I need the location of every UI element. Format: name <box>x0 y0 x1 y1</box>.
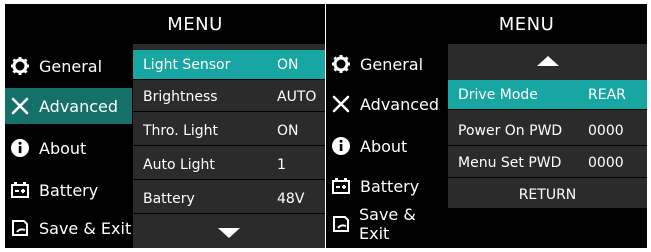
setting-row-menu-set-pwd[interactable]: Menu Set PWD 0000 <box>448 148 647 178</box>
sidebar-item-general[interactable]: General <box>326 46 447 82</box>
setting-label: Drive Mode <box>458 86 538 103</box>
return-button[interactable]: RETURN <box>448 180 647 210</box>
setting-value: ON <box>277 56 299 73</box>
scroll-up-button[interactable] <box>448 48 647 72</box>
setting-label: Menu Set PWD <box>458 154 562 171</box>
menu-screen-advanced-page-2: MENU General Advanced About Battery Save… <box>326 4 647 248</box>
battery-icon <box>9 179 31 201</box>
chevron-up-icon <box>536 51 559 70</box>
tools-icon <box>330 93 352 115</box>
info-icon <box>330 135 352 157</box>
setting-row-power-on-pwd[interactable]: Power On PWD 0000 <box>448 116 647 146</box>
menu-title: MENU <box>167 14 223 35</box>
sidebar-item-advanced[interactable]: Advanced <box>326 86 447 122</box>
setting-row-battery[interactable]: Battery 48V <box>133 184 325 214</box>
settings-panel: Light Sensor ON Brightness AUTO Thro. Li… <box>133 44 325 248</box>
setting-value: 0000 <box>588 154 624 171</box>
sidebar: General Advanced About Battery Save & Ex… <box>5 44 132 248</box>
sidebar-item-label: Save & Exit <box>359 205 416 243</box>
sidebar-item-label: Battery <box>39 180 99 200</box>
setting-value: AUTO <box>277 88 317 105</box>
info-icon <box>9 137 31 159</box>
setting-value: 1 <box>277 156 286 173</box>
menu-title: MENU <box>498 14 555 35</box>
save-exit-icon <box>9 217 31 239</box>
chevron-down-icon <box>218 223 240 242</box>
save-exit-icon <box>330 213 351 235</box>
setting-value: REAR <box>588 86 626 103</box>
setting-label: Light Sensor <box>143 56 231 73</box>
gear-icon <box>9 55 31 77</box>
sidebar-item-label: General <box>39 56 103 76</box>
setting-row-light-sensor[interactable]: Light Sensor ON <box>133 50 325 80</box>
setting-value: ON <box>277 122 299 139</box>
setting-label: Thro. Light <box>143 122 219 139</box>
settings-panel: Drive Mode REAR Power On PWD 0000 Menu S… <box>448 44 647 210</box>
setting-label: Power On PWD <box>458 122 563 139</box>
sidebar-item-label: About <box>39 138 87 158</box>
tools-icon <box>9 95 31 117</box>
sidebar-item-label: About <box>360 136 408 156</box>
setting-row-throttle-light[interactable]: Thro. Light ON <box>133 116 325 146</box>
sidebar: General Advanced About Battery Save & Ex… <box>326 44 447 248</box>
setting-label: Brightness <box>143 88 218 105</box>
battery-icon <box>330 175 352 197</box>
setting-value: 48V <box>277 190 305 207</box>
setting-label: Battery <box>143 190 195 207</box>
sidebar-item-label: Advanced <box>360 94 440 114</box>
sidebar-item-general[interactable]: General <box>5 48 132 84</box>
sidebar-item-label: Save & Exit <box>39 218 132 238</box>
sidebar-item-save-exit[interactable]: Save & Exit <box>326 205 447 243</box>
sidebar-item-about[interactable]: About <box>5 130 132 166</box>
sidebar-item-battery[interactable]: Battery <box>5 172 132 208</box>
menu-screen-advanced-page-1: MENU General Advanced About Battery Save… <box>5 4 325 248</box>
sidebar-item-about[interactable]: About <box>326 128 447 164</box>
sidebar-item-label: General <box>360 54 424 74</box>
scroll-down-button[interactable] <box>133 220 325 244</box>
setting-row-auto-light[interactable]: Auto Light 1 <box>133 150 325 180</box>
setting-label: Auto Light <box>143 156 215 173</box>
sidebar-item-advanced[interactable]: Advanced <box>5 88 132 124</box>
sidebar-item-save-exit[interactable]: Save & Exit <box>5 210 132 246</box>
return-label: RETURN <box>518 186 577 203</box>
sidebar-item-label: Advanced <box>39 96 119 116</box>
setting-row-brightness[interactable]: Brightness AUTO <box>133 82 325 112</box>
setting-row-drive-mode[interactable]: Drive Mode REAR <box>448 80 647 110</box>
gear-icon <box>330 53 352 75</box>
sidebar-item-label: Battery <box>360 176 420 196</box>
sidebar-item-battery[interactable]: Battery <box>326 168 447 204</box>
setting-value: 0000 <box>588 122 624 139</box>
